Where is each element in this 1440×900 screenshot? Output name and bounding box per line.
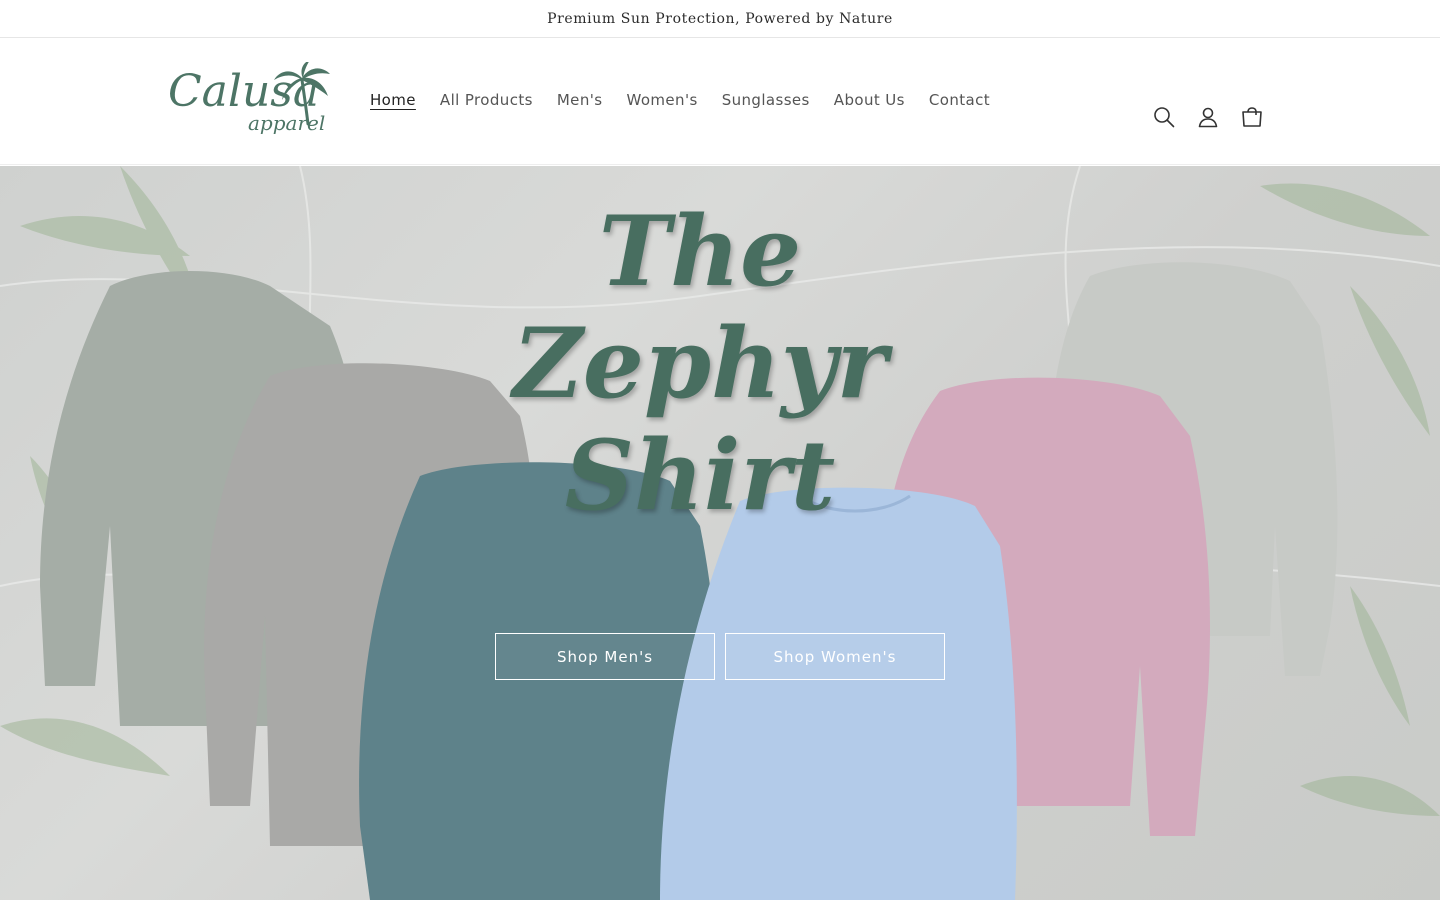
- shirt-light-blue: [660, 487, 1017, 900]
- account-button[interactable]: [1186, 95, 1230, 139]
- account-icon: [1198, 107, 1218, 128]
- logo-main-text: Calusa: [168, 66, 320, 117]
- shop-mens-button[interactable]: Shop Men's: [495, 633, 715, 680]
- nav-mens[interactable]: Men's: [545, 88, 615, 112]
- nav-home[interactable]: Home: [358, 88, 428, 112]
- announcement-text: Premium Sun Protection, Powered by Natur…: [547, 10, 893, 27]
- site-header: Calusa apparel Home All Products Men's W…: [0, 38, 1440, 165]
- announcement-bar: Premium Sun Protection, Powered by Natur…: [0, 0, 1440, 38]
- main-nav: Home All Products Men's Women's Sunglass…: [358, 88, 1002, 112]
- nav-contact[interactable]: Contact: [917, 88, 1002, 112]
- hero-title-line-2: Shirt: [564, 419, 836, 532]
- hero-title-line-1: The Zephyr: [512, 195, 888, 420]
- search-button[interactable]: [1142, 95, 1186, 139]
- nav-all-products[interactable]: All Products: [428, 88, 545, 112]
- search-icon: [1154, 107, 1175, 128]
- nav-about-us[interactable]: About Us: [822, 88, 917, 112]
- shop-womens-button[interactable]: Shop Women's: [725, 633, 945, 680]
- nav-womens[interactable]: Women's: [614, 88, 709, 112]
- header-icons: [1142, 95, 1274, 139]
- hero-banner: The Zephyr Shirt Shop Men's Shop Women's: [0, 166, 1440, 900]
- logo[interactable]: Calusa apparel: [168, 60, 334, 140]
- logo-sub-text: apparel: [248, 111, 326, 135]
- cart-icon: [1242, 107, 1262, 127]
- cart-button[interactable]: [1230, 95, 1274, 139]
- hero-title: The Zephyr Shirt: [420, 196, 980, 532]
- nav-sunglasses[interactable]: Sunglasses: [710, 88, 822, 112]
- hero-buttons: Shop Men's Shop Women's: [495, 633, 945, 680]
